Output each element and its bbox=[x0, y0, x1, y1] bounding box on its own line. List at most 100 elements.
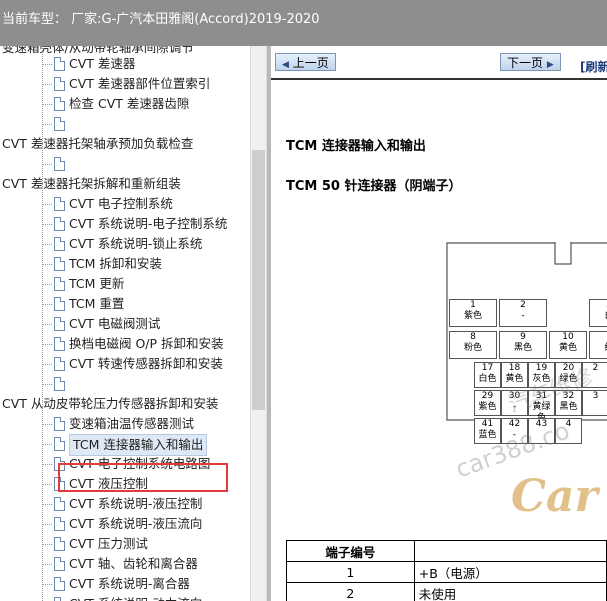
table-header-row: 端子编号 bbox=[286, 540, 607, 562]
document-icon bbox=[54, 116, 65, 131]
pin-wire-color: 黑色 bbox=[513, 343, 532, 353]
tree-item[interactable] bbox=[54, 114, 69, 134]
tree-item[interactable] bbox=[54, 154, 69, 174]
tree-item[interactable]: CVT 转速传感器拆卸和安装 bbox=[54, 354, 223, 374]
connector-pin: 10 黄色 bbox=[549, 331, 587, 359]
tree-item[interactable]: CVT 压力测试 bbox=[54, 534, 148, 554]
tree-item[interactable]: 换档电磁阀 O/P 拆卸和安装 bbox=[54, 334, 224, 354]
section-title: TCM 连接器输入和输出 bbox=[286, 139, 426, 154]
document-icon bbox=[54, 56, 65, 71]
connector-pin: 2- bbox=[499, 299, 547, 327]
watermark-logo: Car bbox=[511, 471, 598, 522]
tree-item[interactable]: CVT 系统说明-液压控制 bbox=[54, 494, 202, 514]
pin-number: 42 bbox=[508, 419, 521, 429]
pin-number: 18 bbox=[508, 363, 521, 373]
tree-item[interactable]: CVT 从动皮带轮压力传感器拆卸和安装 bbox=[2, 394, 218, 414]
document-icon bbox=[54, 156, 65, 171]
content-nav-bar: ◀ 上一页 下一页 ▶ [刷新 bbox=[271, 46, 607, 80]
tree-item[interactable]: CVT 系统说明-锁止系统 bbox=[54, 234, 202, 254]
connector-pin: 3 bbox=[582, 390, 607, 416]
tree-item[interactable]: TCM 重置 bbox=[54, 294, 124, 314]
tree-item[interactable]: CVT 系统说明-电子控制系统 bbox=[54, 214, 227, 234]
connector-pin: 1红 bbox=[589, 331, 607, 359]
pin-number: 30 bbox=[508, 391, 521, 401]
pin-wire-color: 黄色 bbox=[558, 343, 577, 353]
pin-wire-color: 白 bbox=[590, 311, 607, 322]
pin-wire-color: - bbox=[521, 311, 525, 321]
pin-wire-color: 蓝色 bbox=[478, 430, 497, 440]
table-header-cell: 端子编号 bbox=[286, 540, 415, 562]
pin-wire-color: 绿色 bbox=[559, 374, 578, 384]
pin-number: 10 bbox=[562, 332, 574, 342]
document-icon bbox=[54, 296, 65, 311]
refresh-link[interactable]: [刷新 bbox=[580, 58, 607, 75]
tree-guide-line bbox=[42, 46, 44, 601]
pin-wire-color: 白色 bbox=[478, 374, 497, 384]
prev-page-button[interactable]: ◀ 上一页 bbox=[275, 53, 336, 71]
tree-scrollbar-thumb[interactable] bbox=[252, 150, 265, 410]
pin-number: 3 bbox=[590, 300, 607, 311]
pin-number: 41 bbox=[481, 419, 494, 429]
document-icon bbox=[54, 536, 65, 551]
tree-item[interactable]: CVT 电磁阀测试 bbox=[54, 314, 160, 334]
table-header-cell-blank bbox=[413, 540, 607, 562]
document-icon bbox=[54, 356, 65, 371]
next-page-button[interactable]: 下一页 ▶ bbox=[500, 53, 561, 71]
tree-item[interactable]: CVT 差速器托架轴承预加负载检查 bbox=[2, 134, 193, 154]
connector-pin: 31黄绿色 bbox=[528, 390, 555, 423]
tree-item[interactable]: 检查 CVT 差速器齿隙 bbox=[54, 94, 189, 114]
connector-pin: 43 bbox=[528, 418, 555, 444]
pin-number: 1 bbox=[590, 332, 607, 343]
document-icon bbox=[54, 376, 65, 391]
right-arrow-icon: ▶ bbox=[546, 60, 554, 70]
pin-wire-color: 紫色 bbox=[463, 311, 482, 321]
pin-number: 19 bbox=[535, 363, 548, 373]
pin-wire-color: 紫色 bbox=[478, 402, 497, 412]
pin-wire-color: 粉色 bbox=[463, 343, 482, 353]
document-icon bbox=[54, 256, 65, 271]
document-icon bbox=[54, 436, 65, 451]
document-icon bbox=[54, 416, 65, 431]
connector-title: TCM 50 针连接器（阴端子） bbox=[286, 179, 462, 194]
pin-number: 2 bbox=[520, 300, 526, 310]
document-icon bbox=[54, 196, 65, 211]
pin-wire-color: - bbox=[512, 402, 517, 412]
tree-item[interactable]: CVT 轴、齿轮和离合器 bbox=[54, 554, 198, 574]
tree-item[interactable]: CVT 差速器部件位置索引 bbox=[54, 74, 210, 94]
pin-number: 43 bbox=[535, 419, 548, 429]
tree-item[interactable]: CVT 系统说明-离合器 bbox=[54, 574, 190, 594]
tree-item[interactable] bbox=[54, 374, 69, 394]
pin-wire-color: 黑色 bbox=[559, 402, 578, 412]
tree-item[interactable]: 变速箱油温传感器测试 bbox=[54, 414, 194, 434]
tree-item[interactable]: TCM 连接器输入和输出 bbox=[54, 434, 208, 456]
pin-number: 8 bbox=[470, 332, 476, 342]
pin-number: 20 bbox=[562, 363, 575, 373]
connector-pin: 42- bbox=[501, 418, 528, 444]
connector-pin: 29 紫色 bbox=[474, 390, 501, 416]
pin-wire-color: 红 bbox=[590, 343, 607, 354]
left-arrow-icon: ◀ bbox=[282, 60, 289, 70]
tree-item[interactable]: CVT 差速器托架拆解和重新组装 bbox=[2, 174, 181, 194]
document-icon bbox=[54, 276, 65, 291]
pin-wire-color: - bbox=[512, 430, 517, 440]
document-icon bbox=[54, 556, 65, 571]
document-icon bbox=[54, 576, 65, 591]
tree-item[interactable]: TCM 更新 bbox=[54, 274, 124, 294]
connector-pin: 4 bbox=[555, 418, 582, 444]
tree-item[interactable]: CVT 差速器 bbox=[54, 54, 135, 74]
document-icon bbox=[54, 496, 65, 511]
pin-number: 29 bbox=[481, 391, 494, 401]
tree-item[interactable]: CVT 系统说明-动力流向 bbox=[54, 594, 202, 601]
connector-pin: 20 绿色 bbox=[555, 362, 582, 388]
connector-pin: 3白 bbox=[589, 299, 607, 327]
pin-wire-color: 黄色 bbox=[505, 374, 524, 384]
pin-number: 3 bbox=[592, 391, 599, 401]
tree-item[interactable]: TCM 拆卸和安装 bbox=[54, 254, 162, 274]
tree-item[interactable]: CVT 电子控制系统 bbox=[54, 194, 173, 214]
connector-pin: 19 灰色 bbox=[528, 362, 555, 388]
connector-pin: 32 黑色 bbox=[555, 390, 582, 416]
tree-item[interactable]: CVT 系统说明-液压流向 bbox=[54, 514, 202, 534]
topic-tree[interactable]: 变速箱壳体/从动带轮轴承间隙调节 CVT 差速器 CVT 差速器部件位置索引 检查 … bbox=[0, 46, 250, 601]
document-icon bbox=[54, 76, 65, 91]
document-icon bbox=[54, 316, 65, 331]
